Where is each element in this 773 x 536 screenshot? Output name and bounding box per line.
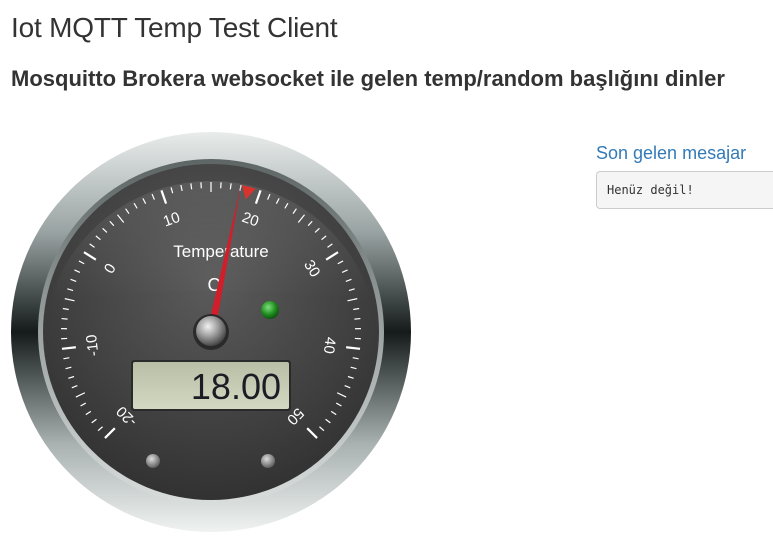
minor-tick <box>354 317 361 320</box>
page-title: Iot MQTT Temp Test Client <box>11 12 338 43</box>
last-message-title: Son gelen mesajar <box>596 143 747 163</box>
last-message-box: Henüz değil! <box>596 171 773 209</box>
gauge-title: Temperature <box>173 242 268 261</box>
temperature-gauge: -20 -10 0 10 20 30 40 50 Temperature C 18.00 <box>10 131 412 533</box>
major-tick <box>346 346 361 350</box>
minor-tick <box>190 183 193 190</box>
status-led <box>261 301 279 319</box>
page: Iot MQTT Temp Test Client Mosquitto Brok… <box>0 0 773 536</box>
minor-tick <box>229 183 232 190</box>
screw-left <box>146 454 160 468</box>
lcd-value: 18.00 <box>191 366 281 407</box>
tick-label: 40 <box>320 336 339 354</box>
gauge-svg: -20-10010 20304050 Temperature C 18.00 <box>11 132 411 532</box>
needle-hub <box>196 316 226 346</box>
minor-tick <box>61 317 68 320</box>
screw-right <box>261 454 275 468</box>
tick-label: -10 <box>83 334 102 357</box>
major-tick <box>61 346 76 350</box>
page-subtitle: Mosquitto Brokera websocket ile gelen te… <box>11 66 725 91</box>
